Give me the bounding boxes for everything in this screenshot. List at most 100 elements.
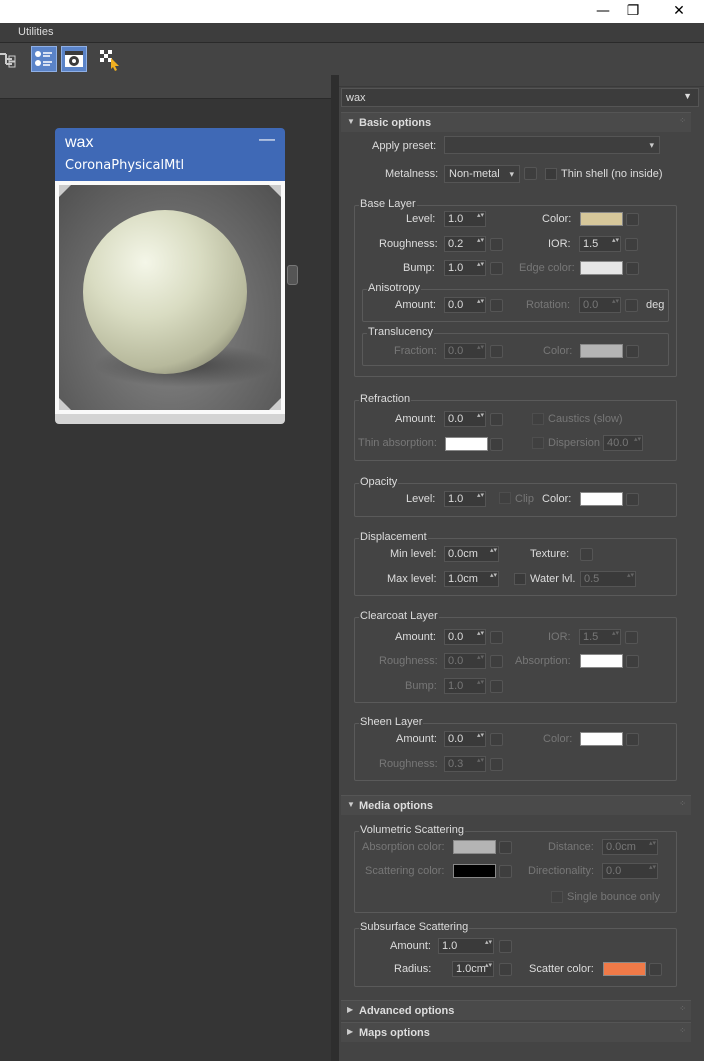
dropdown-arrow-icon[interactable]: ▼ bbox=[683, 91, 692, 101]
material-name-field[interactable]: wax ▼ bbox=[341, 88, 699, 107]
rollout-media-options[interactable]: ▼ Media options ⁘ bbox=[341, 795, 691, 815]
base-bump-spinner[interactable]: 1.0 bbox=[444, 260, 486, 276]
vol-scattering-map-button[interactable] bbox=[499, 865, 512, 878]
vol-absorption-swatch[interactable] bbox=[453, 840, 496, 854]
vol-absorption-map-button[interactable] bbox=[499, 841, 512, 854]
metalness-map-button[interactable] bbox=[524, 167, 537, 180]
ior-map-button[interactable] bbox=[625, 238, 638, 251]
clearcoat-amount-map-button[interactable] bbox=[490, 631, 503, 644]
clearcoat-bump-map-button[interactable] bbox=[490, 680, 503, 693]
min-level-spinner[interactable]: 0.0cm bbox=[444, 546, 499, 562]
dispersion-spinner[interactable]: 40.0 bbox=[603, 435, 643, 451]
edge-color-swatch[interactable] bbox=[580, 261, 623, 275]
aniso-rotation-spinner[interactable]: 0.0 bbox=[579, 297, 621, 313]
opacity-level-spinner[interactable]: 1.0 bbox=[444, 491, 486, 507]
scatter-color-map-button[interactable] bbox=[649, 963, 662, 976]
show-map-in-viewport-icon[interactable] bbox=[61, 46, 87, 72]
clearcoat-roughness-spinner[interactable]: 0.0 bbox=[444, 653, 486, 669]
layout-tree-icon[interactable] bbox=[0, 46, 20, 72]
aniso-amount-label: Amount: bbox=[395, 299, 436, 311]
pane-splitter[interactable] bbox=[331, 75, 339, 1061]
edge-color-map-button[interactable] bbox=[626, 262, 639, 275]
base-level-spinner[interactable]: 1.0 bbox=[444, 211, 486, 227]
clearcoat-roughness-map-button[interactable] bbox=[490, 655, 503, 668]
node-header[interactable]: wax — CoronaPhysicalMtl bbox=[55, 128, 285, 181]
base-roughness-spinner[interactable]: 0.2 bbox=[444, 236, 486, 252]
fraction-map-button[interactable] bbox=[490, 345, 503, 358]
opacity-color-swatch[interactable] bbox=[580, 492, 623, 506]
directionality-spinner[interactable]: 0.0 bbox=[602, 863, 658, 879]
sheen-amount-spinner[interactable]: 0.0 bbox=[444, 731, 486, 747]
caustics-checkbox[interactable] bbox=[532, 413, 544, 425]
dispersion-checkbox[interactable] bbox=[532, 437, 544, 449]
group-title: Displacement bbox=[359, 531, 428, 543]
group-title: Sheen Layer bbox=[359, 716, 424, 728]
min-level-label: Min level: bbox=[390, 548, 437, 560]
opacity-color-map-button[interactable] bbox=[626, 493, 639, 506]
clearcoat-ior-map-button[interactable] bbox=[625, 631, 638, 644]
translucency-color-swatch[interactable] bbox=[580, 344, 623, 358]
thin-shell-checkbox[interactable] bbox=[545, 168, 557, 180]
refraction-amount-spinner[interactable]: 0.0 bbox=[444, 411, 486, 427]
roughness-map-button[interactable] bbox=[490, 238, 503, 251]
scatter-color-swatch[interactable] bbox=[603, 962, 646, 976]
metalness-dropdown[interactable]: Non-metal bbox=[444, 165, 520, 183]
vol-scattering-swatch[interactable] bbox=[453, 864, 496, 878]
sss-amount-map-button[interactable] bbox=[499, 940, 512, 953]
sheen-amount-map-button[interactable] bbox=[490, 733, 503, 746]
maximize-button[interactable]: ❐ bbox=[610, 0, 656, 23]
sheen-color-swatch[interactable] bbox=[580, 732, 623, 746]
opacity-color-label: Color: bbox=[542, 493, 572, 505]
sheen-color-map-button[interactable] bbox=[626, 733, 639, 746]
sss-amount-spinner[interactable]: 1.0 bbox=[438, 938, 494, 954]
collapse-icon[interactable]: — bbox=[259, 131, 275, 149]
thin-absorption-map-button[interactable] bbox=[490, 438, 503, 451]
clearcoat-ior-spinner[interactable]: 1.5 bbox=[579, 629, 621, 645]
aniso-amount-map-button[interactable] bbox=[490, 299, 503, 312]
clearcoat-amount-spinner[interactable]: 0.0 bbox=[444, 629, 486, 645]
material-node[interactable]: wax — CoronaPhysicalMtl bbox=[55, 128, 298, 424]
sheen-roughness-spinner[interactable]: 0.3 bbox=[444, 756, 486, 772]
close-button[interactable]: ✕ bbox=[656, 0, 702, 23]
distance-spinner[interactable]: 0.0cm bbox=[602, 839, 658, 855]
base-ior-spinner[interactable]: 1.5 bbox=[579, 236, 621, 252]
rollout-advanced-options[interactable]: ▶ Advanced options ⁘ bbox=[341, 1000, 691, 1020]
clip-checkbox[interactable] bbox=[499, 492, 511, 504]
clearcoat-absorption-map-button[interactable] bbox=[626, 655, 639, 668]
max-level-spinner[interactable]: 1.0cm bbox=[444, 571, 499, 587]
thin-absorption-swatch[interactable] bbox=[445, 437, 488, 451]
radius-spinner[interactable]: 1.0cm bbox=[452, 961, 494, 977]
fraction-spinner[interactable]: 0.0 bbox=[444, 343, 486, 359]
texture-label: Texture: bbox=[530, 548, 570, 560]
water-level-spinner[interactable]: 0.5 bbox=[580, 571, 636, 587]
translucency-color-map-button[interactable] bbox=[626, 345, 639, 358]
base-color-map-button[interactable] bbox=[626, 213, 639, 226]
menu-utilities[interactable]: Utilities bbox=[18, 26, 53, 38]
rollout-maps-options[interactable]: ▶ Maps options ⁘ bbox=[341, 1022, 691, 1042]
bump-map-button[interactable] bbox=[490, 262, 503, 275]
apply-preset-dropdown[interactable] bbox=[444, 136, 660, 154]
group-title: Clearcoat Layer bbox=[359, 610, 439, 622]
deg-unit-label: deg bbox=[646, 299, 665, 311]
show-list-icon[interactable] bbox=[31, 46, 57, 72]
base-color-swatch[interactable] bbox=[580, 212, 623, 226]
sheen-roughness-map-button[interactable] bbox=[490, 758, 503, 771]
aniso-amount-spinner[interactable]: 0.0 bbox=[444, 297, 486, 313]
rotation-map-button[interactable] bbox=[625, 299, 638, 312]
material-pick-icon[interactable] bbox=[97, 46, 123, 72]
single-bounce-checkbox[interactable] bbox=[551, 891, 563, 903]
group-title: Anisotropy bbox=[367, 282, 421, 294]
radius-map-button[interactable] bbox=[499, 963, 512, 976]
refraction-amount-map-button[interactable] bbox=[490, 413, 503, 426]
rollout-basic-options[interactable]: ▼ Basic options ⁘ bbox=[341, 112, 691, 132]
clearcoat-bump-label: Bump: bbox=[405, 680, 437, 692]
clearcoat-bump-spinner[interactable]: 1.0 bbox=[444, 678, 486, 694]
texture-map-button[interactable] bbox=[580, 548, 593, 561]
sheen-amount-label: Amount: bbox=[396, 733, 437, 745]
output-socket[interactable] bbox=[287, 265, 298, 285]
group-title: Volumetric Scattering bbox=[359, 824, 465, 836]
clearcoat-absorption-swatch[interactable] bbox=[580, 654, 623, 668]
node-view-header bbox=[0, 75, 331, 99]
water-level-checkbox[interactable] bbox=[514, 573, 526, 585]
clearcoat-roughness-label: Roughness: bbox=[379, 655, 438, 667]
